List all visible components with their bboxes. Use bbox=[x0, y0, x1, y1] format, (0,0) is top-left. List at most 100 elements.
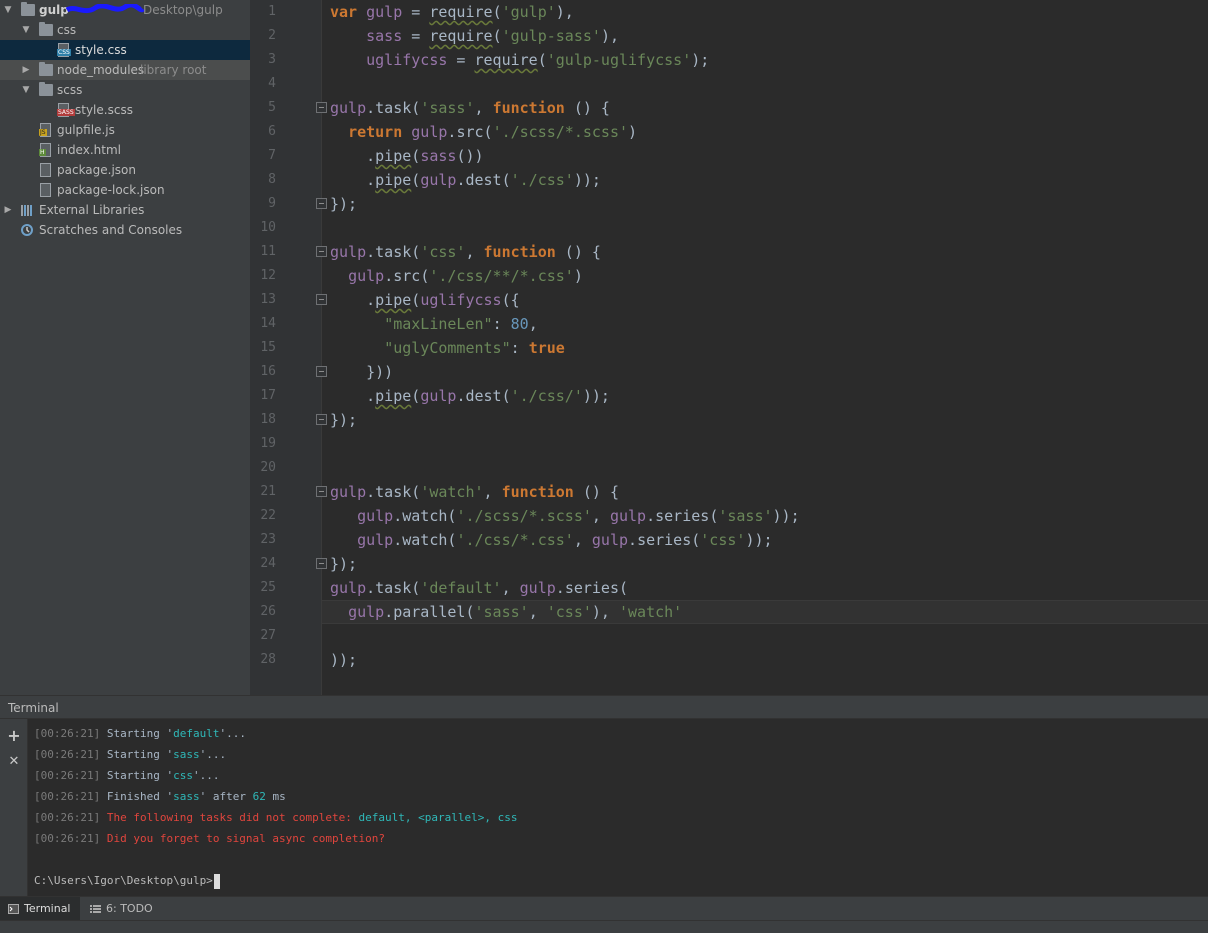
code-line[interactable]: .pipe(uglifycss({ bbox=[330, 288, 520, 312]
terminal-title: Terminal bbox=[8, 701, 59, 715]
tree-item-node-modules[interactable]: ▶ node_modules library root bbox=[0, 60, 250, 80]
code-token: dest bbox=[465, 387, 502, 405]
code-line[interactable]: "uglyComments": true bbox=[330, 336, 565, 360]
code-token: . bbox=[330, 387, 376, 405]
code-token: sass bbox=[366, 27, 403, 45]
code-line[interactable]: }); bbox=[330, 192, 357, 216]
tree-item-style-css[interactable]: CSS style.css bbox=[0, 40, 250, 60]
code-token: './css' bbox=[510, 171, 574, 189]
tab-terminal[interactable]: Terminal bbox=[0, 897, 80, 921]
code-token: ( bbox=[411, 147, 421, 165]
code-line[interactable]: var gulp = require('gulp'), bbox=[330, 0, 574, 24]
terminal-line: [00:26:21] Starting 'css'... bbox=[34, 765, 219, 786]
tree-item-style-scss[interactable]: SASS style.scss bbox=[0, 100, 250, 120]
tree-item-package-json[interactable]: package.json bbox=[0, 160, 250, 180]
tree-item-scratches[interactable]: Scratches and Consoles bbox=[0, 220, 250, 240]
code-token: () { bbox=[573, 483, 619, 501]
code-line[interactable]: gulp.watch('./scss/*.scss', gulp.series(… bbox=[330, 504, 800, 528]
fold-marker-icon[interactable] bbox=[316, 558, 327, 569]
expand-arrow-icon[interactable]: ▼ bbox=[2, 0, 14, 20]
tree-item-index-html[interactable]: H index.html bbox=[0, 140, 250, 160]
expand-arrow-icon[interactable]: ▼ bbox=[20, 20, 32, 40]
code-line[interactable]: })) bbox=[330, 360, 393, 384]
code-line[interactable]: gulp.src('./css/**/*.css') bbox=[330, 264, 583, 288]
code-line[interactable]: return gulp.src('./scss/*.scss') bbox=[330, 120, 637, 144]
css-file-icon: CSS bbox=[57, 43, 71, 57]
code-token: gulp bbox=[330, 579, 367, 597]
tree-item-css-folder[interactable]: ▼ css bbox=[0, 20, 250, 40]
code-line[interactable]: .pipe(gulp.dest('./css/')); bbox=[330, 384, 610, 408]
terminal-token: [00:26:21] bbox=[34, 727, 101, 740]
terminal-token: The following tasks did not complete: bbox=[100, 811, 359, 824]
fold-marker-icon[interactable] bbox=[316, 294, 327, 305]
code-line[interactable]: gulp.watch('./css/*.css', gulp.series('c… bbox=[330, 528, 772, 552]
terminal-line: [00:26:21] Starting 'default'... bbox=[34, 723, 246, 744]
project-tree-panel: ▼ gulp Desktop\gulp ▼ css CSS style.css … bbox=[0, 0, 250, 695]
line-number: 17 bbox=[260, 388, 276, 403]
code-line[interactable]: gulp.task('default', gulp.series( bbox=[330, 576, 628, 600]
code-token: . bbox=[330, 171, 376, 189]
terminal-token: Did you forget to signal async completio… bbox=[100, 832, 386, 845]
tree-item-package-lock-json[interactable]: package-lock.json bbox=[0, 180, 250, 200]
tree-item-gulpfile[interactable]: JS gulpfile.js bbox=[0, 120, 250, 140]
code-line[interactable]: gulp.task('css', function () { bbox=[330, 240, 601, 264]
code-line[interactable]: }); bbox=[330, 408, 357, 432]
terminal-token: '... bbox=[219, 727, 246, 740]
fold-marker-icon[interactable] bbox=[316, 246, 327, 257]
line-number: 12 bbox=[260, 268, 276, 283]
code-line[interactable]: .pipe(gulp.dest('./css')); bbox=[330, 168, 601, 192]
code-token: ( bbox=[411, 579, 421, 597]
code-token: () { bbox=[564, 99, 610, 117]
code-token: return bbox=[348, 123, 412, 141]
code-line[interactable]: uglifycss = require('gulp-uglifycss'); bbox=[330, 48, 709, 72]
code-token: ( bbox=[691, 531, 701, 549]
code-token: pipe bbox=[375, 171, 412, 189]
code-editor[interactable]: 1 2 3 4 5 6 7 8 9 10 11 12 13 14 15 16 17 18 19 20 21 22 23 24 2… bbox=[250, 0, 1208, 695]
fold-marker-icon[interactable] bbox=[316, 486, 327, 497]
expand-arrow-icon[interactable]: ▼ bbox=[20, 80, 32, 100]
code-token: = bbox=[402, 27, 430, 45]
tree-root-gulp[interactable]: ▼ gulp Desktop\gulp bbox=[0, 0, 250, 20]
code-line[interactable]: sass = require('gulp-sass'), bbox=[330, 24, 619, 48]
code-token: uglifycss bbox=[420, 291, 502, 309]
code-token: ) bbox=[573, 267, 583, 285]
line-number: 20 bbox=[260, 460, 276, 475]
code-line[interactable]: gulp.parallel('sass', 'css'), 'watch' bbox=[330, 600, 682, 624]
tab-todo[interactable]: 6: TODO bbox=[82, 897, 162, 921]
code-token: task bbox=[375, 483, 412, 501]
code-line[interactable]: gulp.task('sass', function () { bbox=[330, 96, 610, 120]
tree-item-scss-folder[interactable]: ▼ scss bbox=[0, 80, 250, 100]
code-line[interactable]: )); bbox=[330, 648, 357, 672]
terminal-token: Finished ' bbox=[100, 790, 174, 803]
new-session-button[interactable]: + bbox=[7, 728, 21, 744]
folder-icon bbox=[39, 22, 53, 36]
code-token: 'watch' bbox=[420, 483, 484, 501]
code-token: series bbox=[637, 531, 692, 549]
code-token: ( bbox=[501, 171, 511, 189]
collapse-arrow-icon[interactable]: ▶ bbox=[2, 200, 14, 220]
code-token: ( bbox=[483, 123, 493, 141]
line-number: 3 bbox=[268, 52, 276, 67]
terminal-output[interactable]: [00:26:21] Starting 'default'... [00:26:2… bbox=[28, 719, 1208, 896]
code-line[interactable]: .pipe(sass()) bbox=[330, 144, 483, 168]
fold-marker-icon[interactable] bbox=[316, 366, 327, 377]
line-number: 21 bbox=[260, 484, 276, 499]
code-token: ( bbox=[465, 603, 475, 621]
code-token: gulp bbox=[357, 507, 394, 525]
code-line[interactable]: "maxLineLen": 80, bbox=[330, 312, 538, 336]
terminal-prompt[interactable]: C:\Users\Igor\Desktop\gulp> bbox=[34, 871, 220, 891]
prompt-text: C:\Users\Igor\Desktop\gulp> bbox=[34, 874, 213, 887]
collapse-arrow-icon[interactable]: ▶ bbox=[20, 60, 32, 80]
close-session-button[interactable]: ✕ bbox=[7, 755, 21, 769]
terminal-token: '... bbox=[199, 748, 227, 761]
fold-marker-icon[interactable] bbox=[316, 414, 327, 425]
tree-item-external-libraries[interactable]: ▶ External Libraries bbox=[0, 200, 250, 220]
root-folder-path: Desktop\gulp bbox=[143, 3, 223, 17]
fold-marker-icon[interactable] bbox=[316, 102, 327, 113]
code-token: pipe bbox=[375, 291, 412, 309]
code-line[interactable]: gulp.task('watch', function () { bbox=[330, 480, 619, 504]
fold-marker-icon[interactable] bbox=[316, 198, 327, 209]
code-line[interactable]: }); bbox=[330, 552, 357, 576]
tool-window-bar: Terminal 6: TODO bbox=[0, 896, 1208, 921]
